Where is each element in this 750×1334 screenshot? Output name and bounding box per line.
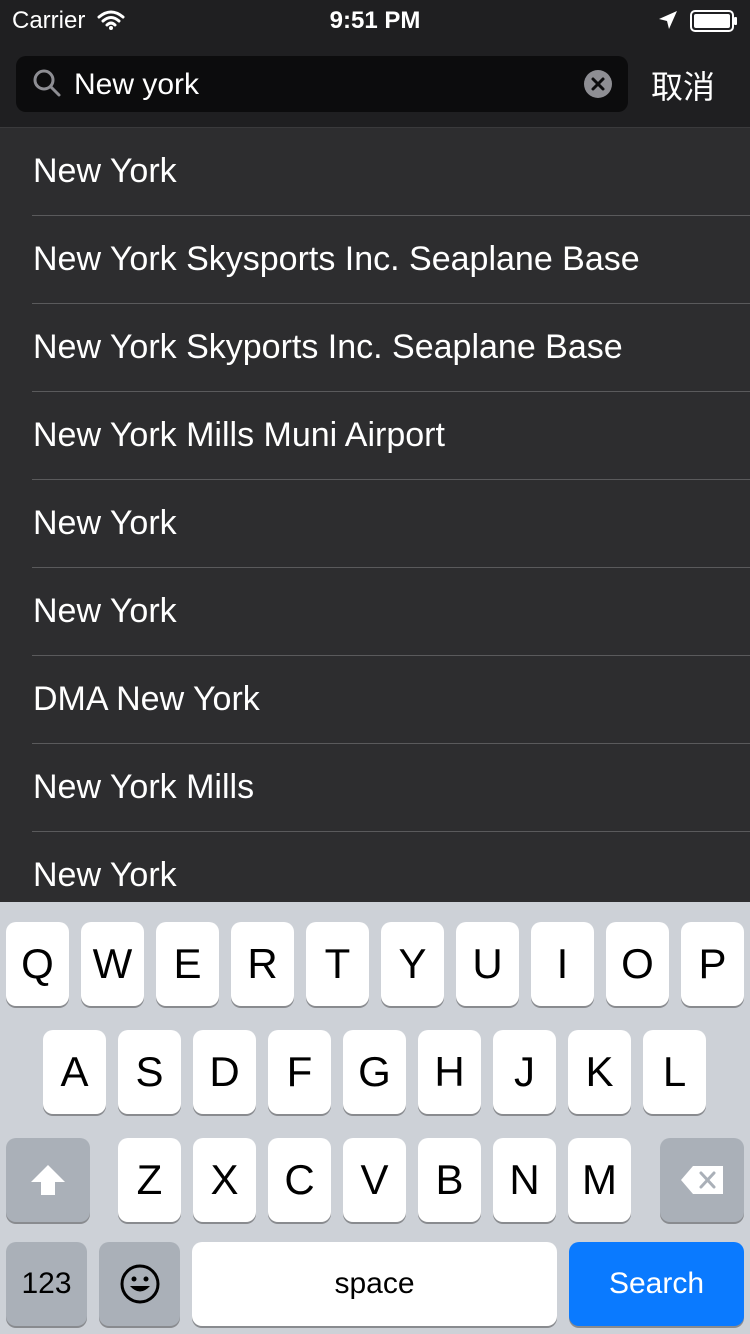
status-bar: Carrier 9:51 PM xyxy=(0,0,750,40)
battery-icon xyxy=(690,10,737,32)
emoji-button[interactable] xyxy=(99,1242,180,1326)
key-q[interactable]: Q xyxy=(6,922,69,1006)
search-input[interactable]: New york xyxy=(16,56,628,112)
cancel-button[interactable]: 取消 xyxy=(651,62,715,108)
numbers-button[interactable]: 123 xyxy=(6,1242,87,1326)
key-g[interactable]: G xyxy=(343,1030,406,1114)
key-n[interactable]: N xyxy=(493,1138,556,1222)
key-e[interactable]: E xyxy=(156,922,219,1006)
delete-icon xyxy=(681,1166,723,1194)
key-j[interactable]: J xyxy=(493,1030,556,1114)
key-l[interactable]: L xyxy=(643,1030,706,1114)
key-h[interactable]: H xyxy=(418,1030,481,1114)
search-header: New york 取消 xyxy=(0,40,750,128)
location-arrow-icon xyxy=(659,11,677,29)
search-key[interactable]: Search xyxy=(569,1242,744,1326)
search-input-value: New york xyxy=(74,68,200,101)
key-v[interactable]: V xyxy=(343,1138,406,1222)
list-item-label: New York xyxy=(33,592,177,630)
list-item[interactable]: New York xyxy=(0,128,750,216)
emoji-icon xyxy=(120,1264,159,1304)
list-item[interactable]: New York Skysports Inc. Seaplane Base xyxy=(0,216,750,304)
key-i[interactable]: I xyxy=(531,922,594,1006)
keyboard: Q W E R T Y U I O P A S D F G H J K L Z … xyxy=(0,902,750,1334)
list-item[interactable]: New York xyxy=(0,480,750,568)
key-f[interactable]: F xyxy=(268,1030,331,1114)
list-item-label: New York Mills xyxy=(33,768,255,806)
shift-button[interactable] xyxy=(6,1138,90,1222)
key-y[interactable]: Y xyxy=(381,922,444,1006)
list-item-label: New York xyxy=(33,152,177,190)
key-z[interactable]: Z xyxy=(118,1138,181,1222)
key-m[interactable]: M xyxy=(568,1138,631,1222)
list-item[interactable]: New York xyxy=(0,832,750,902)
key-b[interactable]: B xyxy=(418,1138,481,1222)
clear-icon[interactable] xyxy=(584,70,612,98)
key-u[interactable]: U xyxy=(456,922,519,1006)
list-item-label: New York xyxy=(33,504,177,542)
wifi-icon xyxy=(97,10,125,30)
key-r[interactable]: R xyxy=(231,922,294,1006)
results-list: New York New York Skysports Inc. Seaplan… xyxy=(0,128,750,902)
key-w[interactable]: W xyxy=(81,922,144,1006)
list-item[interactable]: New York Mills xyxy=(0,744,750,832)
list-item-label: New York Skysports Inc. Seaplane Base xyxy=(33,240,640,278)
list-item-label: New York Skyports Inc. Seaplane Base xyxy=(33,328,623,366)
key-a[interactable]: A xyxy=(43,1030,106,1114)
key-p[interactable]: P xyxy=(681,922,744,1006)
list-item-label: New York xyxy=(33,856,177,894)
key-k[interactable]: K xyxy=(568,1030,631,1114)
key-d[interactable]: D xyxy=(193,1030,256,1114)
carrier-label: Carrier xyxy=(12,7,86,34)
key-x[interactable]: X xyxy=(193,1138,256,1222)
list-item[interactable]: New York xyxy=(0,568,750,656)
list-item[interactable]: New York Mills Muni Airport xyxy=(0,392,750,480)
key-c[interactable]: C xyxy=(268,1138,331,1222)
search-icon xyxy=(33,69,61,97)
shift-icon xyxy=(31,1165,65,1195)
list-item-label: New York Mills Muni Airport xyxy=(33,416,445,454)
key-t[interactable]: T xyxy=(306,922,369,1006)
space-bar[interactable]: space xyxy=(192,1242,557,1326)
key-o[interactable]: O xyxy=(606,922,669,1006)
list-item[interactable]: DMA New York xyxy=(0,656,750,744)
list-item-label: DMA New York xyxy=(33,680,260,718)
delete-button[interactable] xyxy=(660,1138,744,1222)
key-s[interactable]: S xyxy=(118,1030,181,1114)
list-item[interactable]: New York Skyports Inc. Seaplane Base xyxy=(0,304,750,392)
